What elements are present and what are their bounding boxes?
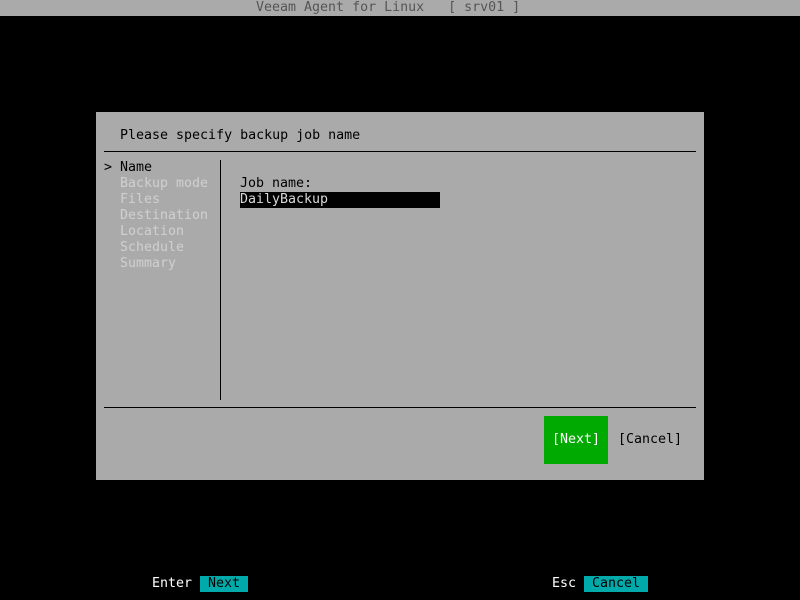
next-button[interactable]: [Next] xyxy=(544,416,608,464)
nav-divider xyxy=(220,160,221,400)
nav-step-schedule: Schedule xyxy=(120,240,185,255)
esc-key-label: Esc xyxy=(552,576,577,591)
nav-step-files: Files xyxy=(120,192,161,207)
nav-step-destination: Destination xyxy=(120,208,209,223)
job-name-input[interactable] xyxy=(240,192,440,208)
dialog-heading: Please specify backup job name xyxy=(120,128,361,143)
nav-step-summary: Summary xyxy=(120,256,177,271)
window-title: Veeam Agent for Linux [ srv01 ] xyxy=(256,0,521,15)
divider xyxy=(104,151,696,152)
nav-step-name[interactable]: Name xyxy=(120,160,152,176)
enter-next-hint[interactable]: Next xyxy=(200,576,249,592)
job-name-label: Job name: xyxy=(240,176,313,191)
cancel-button[interactable]: [Cancel] xyxy=(618,432,682,448)
nav-step-location: Location xyxy=(120,224,185,239)
nav-step-backup-mode: Backup mode xyxy=(120,176,209,191)
enter-key-label: Enter xyxy=(152,576,193,591)
current-step-chevron-icon: > xyxy=(104,160,113,175)
job-wizard-dialog: Please specify backup job name > Name Ba… xyxy=(96,112,704,480)
divider xyxy=(104,407,696,408)
esc-cancel-hint[interactable]: Cancel xyxy=(584,576,649,592)
